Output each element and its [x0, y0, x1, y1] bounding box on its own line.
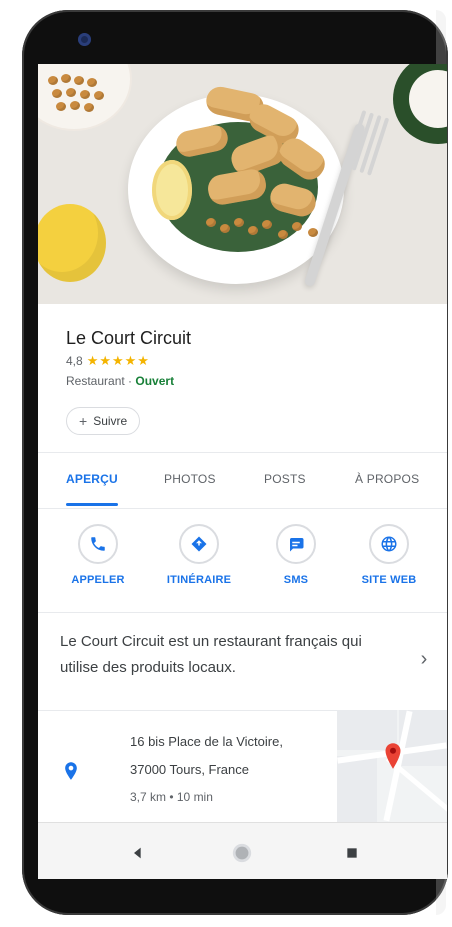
- action-buttons: APPELER ITINÉRAIRE SMS SITE WEB: [38, 524, 447, 614]
- chickpea: [61, 74, 71, 83]
- tab-apercu[interactable]: APERÇU: [66, 472, 118, 486]
- website-label: SITE WEB: [361, 574, 417, 586]
- chickpea: [80, 90, 90, 99]
- message-icon: [276, 524, 316, 564]
- tabs: APERÇU PHOTOS POSTS À PROPOS: [38, 462, 447, 506]
- business-description[interactable]: Le Court Circuit est un restaurant franç…: [60, 629, 400, 681]
- chickpea: [278, 230, 288, 239]
- chickpea: [66, 88, 76, 97]
- distance-time: 3,7 km • 10 min: [130, 790, 213, 804]
- chickpea: [84, 103, 94, 112]
- phone-icon: [78, 524, 118, 564]
- call-label: APPELER: [71, 574, 125, 586]
- call-button[interactable]: APPELER: [53, 524, 143, 586]
- meta-separator: ·: [128, 374, 133, 388]
- home-icon[interactable]: [230, 841, 254, 865]
- tab-posts[interactable]: POSTS: [264, 472, 306, 486]
- chickpea: [234, 218, 244, 227]
- sms-label: SMS: [283, 574, 309, 586]
- star-rating-icon: ★★★★★: [86, 353, 150, 368]
- chickpea: [48, 76, 58, 85]
- recents-icon[interactable]: [340, 841, 364, 865]
- chickpea: [308, 228, 318, 237]
- follow-button[interactable]: + Suivre: [66, 407, 141, 435]
- active-tab-indicator: [66, 503, 118, 506]
- category-label: Restaurant: [66, 374, 125, 388]
- address-line-1: 16 bis Place de la Victoire,: [130, 734, 283, 749]
- greens-bowl: [393, 64, 447, 144]
- tab-a-propos[interactable]: À PROPOS: [355, 472, 419, 486]
- directions-button[interactable]: ITINÉRAIRE: [154, 524, 244, 586]
- map-thumbnail[interactable]: [337, 710, 447, 822]
- category-status-row: Restaurant · Ouvert: [66, 374, 174, 388]
- chickpea: [262, 220, 272, 229]
- android-nav-bar: [38, 822, 447, 879]
- front-camera: [78, 33, 91, 46]
- chickpea: [248, 226, 258, 235]
- business-name: Le Court Circuit: [66, 328, 192, 348]
- tab-photos[interactable]: PHOTOS: [164, 472, 216, 486]
- divider: [38, 612, 447, 613]
- website-button[interactable]: SITE WEB: [344, 524, 434, 586]
- directions-icon: [179, 524, 219, 564]
- follow-label: Suivre: [93, 414, 128, 428]
- divider: [38, 452, 447, 453]
- hero-photo[interactable]: [38, 64, 447, 304]
- chickpea: [70, 101, 80, 110]
- location-pin-icon: [64, 762, 78, 780]
- chickpea: [87, 78, 97, 87]
- lemon-slice: [152, 160, 192, 220]
- map-block: [337, 756, 377, 822]
- directions-label: ITINÉRAIRE: [166, 574, 232, 586]
- globe-icon: [369, 524, 409, 564]
- phone-screen: Le Court Circuit 4,8 ★★★★★ Restaurant · …: [38, 64, 447, 879]
- chickpea: [74, 76, 84, 85]
- sms-button[interactable]: SMS: [251, 524, 341, 586]
- chickpea: [52, 89, 62, 98]
- chickpea: [56, 102, 66, 111]
- chickpea: [206, 218, 216, 227]
- address-line-2: 37000 Tours, France: [130, 762, 249, 777]
- lemon: [38, 204, 106, 282]
- chickpea: [292, 222, 302, 231]
- open-status: Ouvert: [135, 374, 175, 388]
- rating-row: 4,8 ★★★★★: [66, 353, 150, 369]
- divider: [38, 508, 447, 509]
- fork-tines: [340, 109, 391, 177]
- back-icon[interactable]: [126, 841, 150, 865]
- map-pin-icon: [384, 743, 402, 769]
- chickpea: [220, 224, 230, 233]
- rating-value: 4,8: [66, 354, 83, 368]
- chickpea: [94, 91, 104, 100]
- plus-icon: +: [79, 413, 88, 429]
- chevron-right-icon[interactable]: ›: [414, 648, 434, 670]
